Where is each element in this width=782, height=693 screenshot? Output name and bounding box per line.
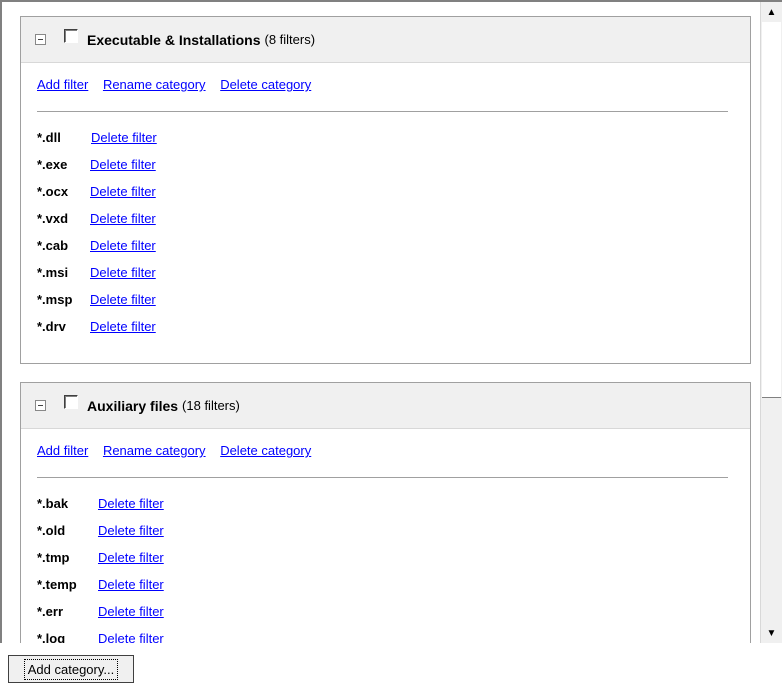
filter-row: *.msi Delete filter	[37, 259, 750, 286]
delete-filter-link[interactable]: Delete filter	[90, 319, 156, 334]
filter-extension: *.ocx	[37, 184, 69, 199]
filter-row: *.vxd Delete filter	[37, 205, 750, 232]
filter-list: *.dll Delete filter *.exe Delete filter …	[21, 112, 750, 340]
filter-row: *.ocx Delete filter	[37, 178, 750, 205]
filter-extension: *.vxd	[37, 211, 69, 226]
filter-extension: *.temp	[37, 577, 77, 592]
filter-row: *.drv Delete filter	[37, 313, 750, 340]
delete-filter-link[interactable]: Delete filter	[90, 184, 156, 199]
delete-filter-link[interactable]: Delete filter	[98, 550, 164, 565]
filter-row: *.err Delete filter	[37, 598, 750, 625]
category-title: Auxiliary files	[87, 397, 179, 414]
category-filter-count: (18 filters)	[182, 398, 240, 413]
add-category-label: Add category...	[23, 658, 119, 680]
category-title: Executable & Installations	[87, 31, 261, 48]
category-checkbox[interactable]	[64, 28, 78, 43]
delete-filter-link[interactable]: Delete filter	[98, 577, 164, 592]
vertical-scrollbar[interactable]: ▲ ▼	[760, 2, 782, 643]
filter-row: *.temp Delete filter	[37, 571, 750, 598]
filter-extension: *.exe	[37, 157, 68, 172]
filter-extension: *.tmp	[37, 550, 70, 565]
category-header: Executable & Installations (8 filters)	[21, 17, 750, 63]
filter-extension: *.bak	[37, 496, 69, 511]
delete-filter-link[interactable]: Delete filter	[90, 292, 156, 307]
filter-extension: *.msp	[37, 292, 73, 307]
filter-extension: *.msi	[37, 265, 69, 280]
filter-row: *.dll Delete filter	[37, 124, 750, 151]
rename-category-link[interactable]: Rename category	[103, 443, 206, 458]
filter-row: *.log Delete filter	[37, 625, 750, 643]
category-panel: Executable & Installations (8 filters) A…	[20, 16, 751, 364]
filter-row: *.bak Delete filter	[37, 490, 750, 517]
category-panel: Auxiliary files (18 filters) Add filter …	[20, 382, 751, 643]
category-actions: Add filter Rename category Delete catego…	[21, 63, 750, 97]
scroll-up-icon[interactable]: ▲	[761, 2, 782, 22]
scrollbar-thumb[interactable]	[762, 22, 781, 398]
collapse-icon[interactable]	[35, 400, 46, 411]
filter-row: *.msp Delete filter	[37, 286, 750, 313]
delete-filter-link[interactable]: Delete filter	[90, 238, 156, 253]
filter-row: *.cab Delete filter	[37, 232, 750, 259]
filter-extension: *.cab	[37, 238, 69, 253]
category-filter-count: (8 filters)	[264, 32, 316, 47]
category-checkbox[interactable]	[64, 394, 78, 409]
add-filter-link[interactable]: Add filter	[37, 77, 88, 92]
filter-extension: *.old	[37, 523, 66, 538]
category-header: Auxiliary files (18 filters)	[21, 383, 750, 429]
filter-extension: *.drv	[37, 319, 66, 334]
filter-row: *.old Delete filter	[37, 517, 750, 544]
add-category-button[interactable]: Add category...	[8, 655, 134, 683]
filter-extension: *.log	[37, 631, 66, 643]
delete-filter-link[interactable]: Delete filter	[98, 604, 164, 619]
delete-filter-link[interactable]: Delete filter	[90, 211, 156, 226]
delete-filter-link[interactable]: Delete filter	[90, 265, 156, 280]
filter-row: *.exe Delete filter	[37, 151, 750, 178]
filter-extension: *.dll	[37, 130, 61, 145]
delete-category-link[interactable]: Delete category	[220, 77, 311, 92]
delete-filter-link[interactable]: Delete filter	[91, 130, 157, 145]
delete-category-link[interactable]: Delete category	[220, 443, 311, 458]
rename-category-link[interactable]: Rename category	[103, 77, 206, 92]
filter-list: *.bak Delete filter *.old Delete filter …	[21, 478, 750, 643]
add-filter-link[interactable]: Add filter	[37, 443, 88, 458]
delete-filter-link[interactable]: Delete filter	[98, 496, 164, 511]
delete-filter-link[interactable]: Delete filter	[98, 631, 164, 643]
category-actions: Add filter Rename category Delete catego…	[21, 429, 750, 463]
filter-category-list: Executable & Installations (8 filters) A…	[0, 0, 782, 643]
filter-extension: *.err	[37, 604, 64, 619]
delete-filter-link[interactable]: Delete filter	[98, 523, 164, 538]
collapse-icon[interactable]	[35, 34, 46, 45]
scroll-down-icon[interactable]: ▼	[761, 623, 782, 643]
filter-row: *.tmp Delete filter	[37, 544, 750, 571]
delete-filter-link[interactable]: Delete filter	[90, 157, 156, 172]
